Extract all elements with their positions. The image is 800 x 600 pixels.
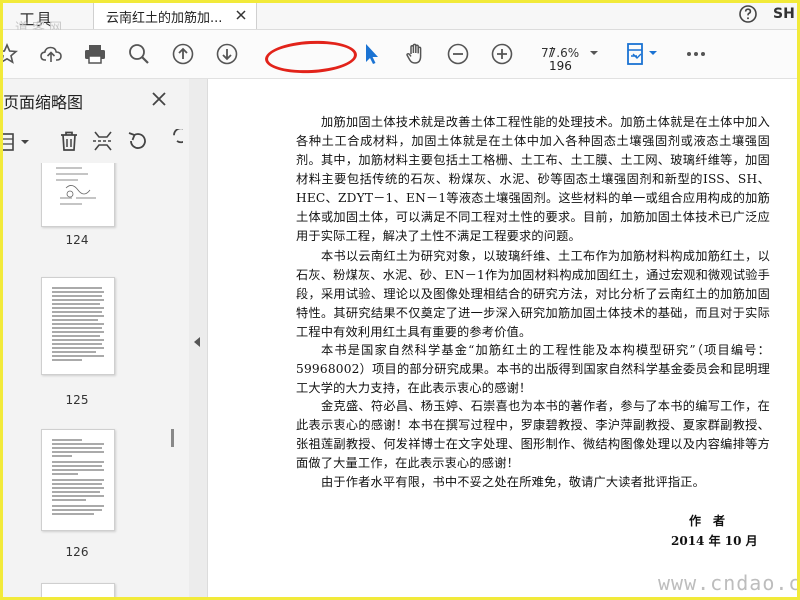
tab-bar-right-label[interactable]: SH	[773, 6, 795, 22]
page-up-icon[interactable]	[171, 42, 195, 66]
tab-document[interactable]: 云南红土的加筋加...	[93, 3, 257, 29]
thumbnail-page[interactable]	[41, 277, 115, 375]
thumbnail-preview	[52, 439, 104, 515]
extract-pages-icon[interactable]	[91, 129, 115, 153]
fit-page-icon[interactable]	[625, 42, 659, 66]
thumbnail-scrollbar[interactable]	[171, 429, 174, 447]
chevron-down-icon[interactable]	[589, 48, 599, 58]
chevron-left-icon[interactable]	[194, 337, 200, 347]
print-icon[interactable]	[83, 42, 107, 66]
zoom-out-icon[interactable]	[446, 42, 470, 66]
page-down-icon[interactable]	[215, 42, 239, 66]
document-page: 加筋加固土体技术就是改善土体工程性能的处理技术。加筋土体就是在土体中加入各种土工…	[208, 79, 797, 597]
thumbnail-page[interactable]	[41, 583, 115, 597]
select-cursor-icon[interactable]	[359, 42, 383, 66]
rotate-right-icon[interactable]	[159, 129, 183, 153]
zoom-search-icon[interactable]	[127, 42, 151, 66]
paragraph: 本书是国家自然科学基金“加筋红土的工程性能及本构模型研究”（项目编号：59968…	[296, 343, 770, 395]
thumbnail-page[interactable]	[41, 429, 115, 531]
signature-author: 作 者	[689, 514, 726, 528]
thumbnail-preview	[52, 287, 104, 361]
thumbnail-page[interactable]	[41, 163, 115, 227]
rotate-left-icon[interactable]	[125, 129, 149, 153]
watermark-bottom: www.cndao.com	[658, 571, 800, 595]
thumbnail-preview	[56, 167, 96, 205]
tab-document-title: 云南红土的加筋加...	[106, 11, 223, 26]
signature-date: 2014 年 10 月	[671, 534, 758, 548]
tab-bar: 工具 道客网 云南红土的加筋加... SH	[3, 3, 797, 36]
cloud-upload-icon[interactable]	[39, 42, 63, 66]
pane-collapse-handle[interactable]	[189, 79, 208, 597]
close-icon[interactable]	[151, 91, 167, 107]
help-icon[interactable]	[738, 4, 758, 24]
thumbnail-pane-title: 页面缩略图	[3, 93, 84, 112]
thumbnail-label: 124	[65, 233, 89, 247]
app-window: 工具 道客网 云南红土的加筋加... SH / 196 77.6% 页面缩略图 …	[0, 0, 800, 600]
zoom-in-icon[interactable]	[490, 42, 514, 66]
zoom-level[interactable]: 77.6%	[541, 46, 579, 60]
close-icon[interactable]	[234, 8, 248, 22]
thumbnail-list: 124 125 126	[3, 163, 189, 597]
more-options-icon[interactable]	[684, 42, 708, 66]
hand-tool-icon[interactable]	[403, 42, 427, 66]
thumbnail-pane: 页面缩略图 124 125 126	[3, 79, 190, 597]
paragraph: 金克盛、符必昌、杨玉婷、石崇喜也为本书的著作者，参与了本书的编写工作，在此表示衷…	[296, 399, 770, 470]
star-icon[interactable]	[0, 42, 19, 66]
paragraph: 本书以云南红土为研究对象，以玻璃纤维、土工布作为加筋材料构成加筋红土，以石灰、粉…	[296, 249, 770, 339]
thumbnail-label: 126	[65, 545, 89, 559]
page-options-icon[interactable]	[0, 131, 33, 153]
thumbnail-label: 125	[65, 393, 89, 407]
paragraph: 由于作者水平有限，书中不妥之处在所难免，敬请广大读者批评指正。	[321, 475, 706, 489]
paragraph: 加筋加固土体技术就是改善土体工程性能的处理技术。加筋土体就是在土体中加入各种土工…	[296, 115, 770, 243]
trash-icon[interactable]	[57, 129, 81, 153]
thumbnail-toolbar	[3, 127, 189, 157]
toolbar: / 196 77.6%	[3, 30, 797, 79]
